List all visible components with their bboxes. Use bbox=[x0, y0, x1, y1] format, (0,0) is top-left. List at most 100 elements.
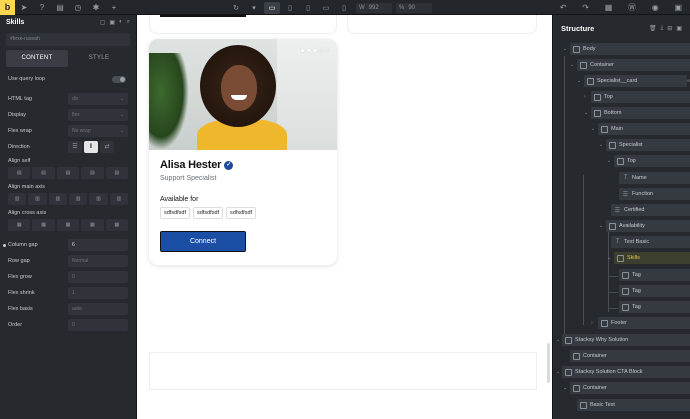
align-stretch-icon[interactable]: ▤ bbox=[81, 167, 104, 179]
cross-center-icon[interactable]: ▦ bbox=[32, 219, 55, 231]
chevron-down-icon[interactable]: ▾ bbox=[246, 2, 262, 14]
cross-stretch-icon[interactable]: ▦ bbox=[81, 219, 104, 231]
redo-icon[interactable]: ↷ bbox=[582, 3, 589, 12]
structure-node-top-inner[interactable]: Top bbox=[614, 155, 690, 167]
desktop-icon[interactable]: ▭ bbox=[264, 1, 280, 14]
structure-node-specialist[interactable]: Specialist bbox=[606, 139, 690, 151]
chevron-down-icon[interactable]: ⌄ bbox=[599, 142, 603, 148]
css-class-input[interactable]: #brxe-ruoeah bbox=[6, 33, 130, 46]
structure-node-stacksy-why-solution[interactable]: Stacksy Why Solution bbox=[562, 334, 690, 346]
flex-basis-input[interactable]: auto bbox=[68, 303, 128, 315]
structure-node-stacksy-solution-cta[interactable]: Stacksy Solution CTA Block bbox=[562, 366, 690, 378]
width-input[interactable]: W 992 bbox=[356, 2, 392, 13]
chevron-right-icon[interactable]: › bbox=[591, 320, 593, 326]
structure-node-tag[interactable]: Tag bbox=[619, 285, 690, 297]
flex-shrink-input[interactable]: 1 bbox=[68, 287, 128, 299]
structure-node-container[interactable]: Container bbox=[570, 350, 690, 362]
justify-start-icon[interactable]: ▥ bbox=[8, 193, 27, 205]
mobile-icon[interactable]: ▯ bbox=[336, 2, 352, 14]
theme-icon[interactable]: ◐ bbox=[119, 19, 123, 26]
bricks-logo[interactable]: b bbox=[0, 0, 15, 15]
chevron-down-icon[interactable]: ⌄ bbox=[570, 62, 574, 68]
direction-reverse-icon[interactable]: ⇄ bbox=[100, 141, 114, 153]
tablet-icon[interactable]: ▯ bbox=[300, 2, 316, 14]
structure-node-footer[interactable]: Footer bbox=[598, 317, 690, 329]
trash-icon[interactable]: 🗑 bbox=[649, 25, 657, 32]
structure-node-bottom[interactable]: Bottom bbox=[591, 107, 690, 119]
chevron-down-icon[interactable]: ⌄ bbox=[607, 255, 611, 261]
history-icon[interactable]: ◷ bbox=[69, 0, 87, 15]
use-query-loop-toggle[interactable] bbox=[112, 75, 126, 83]
tab-content[interactable]: CONTENT bbox=[6, 50, 68, 67]
canvas-scrollbar[interactable] bbox=[547, 343, 550, 383]
chevron-down-icon[interactable]: ⌄ bbox=[607, 158, 611, 164]
structure-node-text-basic[interactable]: T Text Basic bbox=[611, 236, 690, 248]
align-baseline-icon[interactable]: ▤ bbox=[105, 167, 129, 179]
mobile-landscape-icon[interactable]: ▭ bbox=[318, 2, 334, 14]
chevron-down-icon[interactable]: ⌄ bbox=[577, 78, 581, 84]
builder-canvas[interactable]: ★★★☆☆ Alisa Hester ✓ Support Specialist … bbox=[137, 15, 552, 419]
chevron-down-icon[interactable]: ⌄ bbox=[591, 126, 595, 132]
refresh-icon[interactable]: ↻ bbox=[228, 2, 244, 14]
structure-node-skills[interactable]: Skills bbox=[614, 252, 690, 264]
chevron-down-icon[interactable]: ⌄ bbox=[584, 110, 588, 116]
structure-node-name[interactable]: T Name bbox=[619, 172, 690, 184]
pages-icon[interactable]: ▦ bbox=[605, 3, 613, 12]
tab-style[interactable]: STYLE bbox=[68, 50, 130, 67]
structure-node-top[interactable]: Top bbox=[591, 91, 690, 103]
wordpress-icon[interactable]: Ⓦ bbox=[628, 2, 636, 13]
chevron-right-icon[interactable]: › bbox=[584, 94, 586, 100]
cross-end-icon[interactable]: ▦ bbox=[56, 219, 80, 231]
structure-node-availability[interactable]: Availability bbox=[606, 220, 690, 232]
direction-row-icon[interactable]: ⦀ bbox=[84, 141, 98, 153]
flex-grow-input[interactable]: 0 bbox=[68, 271, 128, 283]
justify-center-icon[interactable]: ▥ bbox=[28, 193, 47, 205]
structure-node-container[interactable]: Container bbox=[570, 382, 690, 394]
direction-column-icon[interactable]: ☰ bbox=[68, 141, 82, 153]
structure-node-main[interactable]: Main bbox=[598, 123, 690, 135]
cursor-icon[interactable]: ➤ bbox=[15, 0, 33, 15]
structure-node-specialist-card[interactable]: Specialist__card bbox=[584, 75, 687, 87]
connect-button[interactable]: Connect bbox=[160, 231, 246, 252]
justify-between-icon[interactable]: ▥ bbox=[68, 193, 88, 205]
justify-evenly-icon[interactable]: ▥ bbox=[109, 193, 128, 205]
css-icon[interactable]: ▣ bbox=[109, 19, 115, 26]
plus-icon[interactable]: + bbox=[105, 0, 123, 15]
structure-node-certified[interactable]: ☰ Certified bbox=[611, 204, 690, 216]
chevron-down-icon[interactable]: ⌄ bbox=[556, 337, 560, 343]
structure-node-function[interactable]: ☰ Function bbox=[619, 188, 690, 200]
copy-icon[interactable]: ▢ bbox=[100, 19, 106, 26]
chevron-down-icon[interactable]: ⌄ bbox=[563, 385, 567, 391]
layers-icon[interactable]: ▤ bbox=[51, 0, 69, 15]
undo-icon[interactable]: ↶ bbox=[560, 3, 567, 12]
structure-node-container[interactable]: Container bbox=[577, 59, 690, 71]
specialist-card[interactable]: ★★★☆☆ Alisa Hester ✓ Support Specialist … bbox=[149, 39, 337, 265]
flex-wrap-select[interactable]: No wrap ⌄ bbox=[68, 125, 128, 137]
chevron-down-icon[interactable]: ⌄ bbox=[599, 223, 603, 229]
html-tag-select[interactable]: div ⌄ bbox=[68, 93, 128, 105]
structure-node-tag[interactable]: Tag bbox=[619, 301, 690, 313]
help-icon[interactable]: ? bbox=[33, 0, 51, 15]
row-gap-input[interactable]: Normal bbox=[68, 255, 128, 267]
search-icon[interactable]: ⌕ bbox=[127, 19, 130, 26]
zoom-input[interactable]: % 90 bbox=[396, 2, 432, 13]
chevron-down-icon[interactable]: ⌄ bbox=[556, 369, 560, 375]
order-input[interactable]: 0 bbox=[68, 319, 128, 331]
align-end-icon[interactable]: ▤ bbox=[56, 167, 80, 179]
save-icon[interactable]: ▣ bbox=[676, 25, 682, 32]
tablet-landscape-icon[interactable]: ▯ bbox=[282, 2, 298, 14]
structure-node-body[interactable]: Body bbox=[570, 43, 690, 55]
display-select[interactable]: flex ⌄ bbox=[68, 109, 128, 121]
collapse-icon[interactable]: ⊟ bbox=[667, 25, 672, 32]
preview-icon[interactable]: ◉ bbox=[652, 3, 659, 12]
download-icon[interactable]: ⤓ bbox=[661, 25, 664, 32]
align-center-icon[interactable]: ▤ bbox=[32, 167, 55, 179]
chevron-down-icon[interactable]: ⌄ bbox=[563, 46, 567, 52]
align-start-icon[interactable]: ▤ bbox=[8, 167, 31, 179]
cross-start-icon[interactable]: ▦ bbox=[8, 219, 31, 231]
justify-end-icon[interactable]: ▥ bbox=[48, 193, 67, 205]
gear-icon[interactable]: ✱ bbox=[87, 0, 105, 15]
previous-card-button[interactable] bbox=[160, 15, 246, 17]
save-icon[interactable]: ▣ bbox=[674, 3, 682, 12]
justify-around-icon[interactable]: ▥ bbox=[89, 193, 108, 205]
